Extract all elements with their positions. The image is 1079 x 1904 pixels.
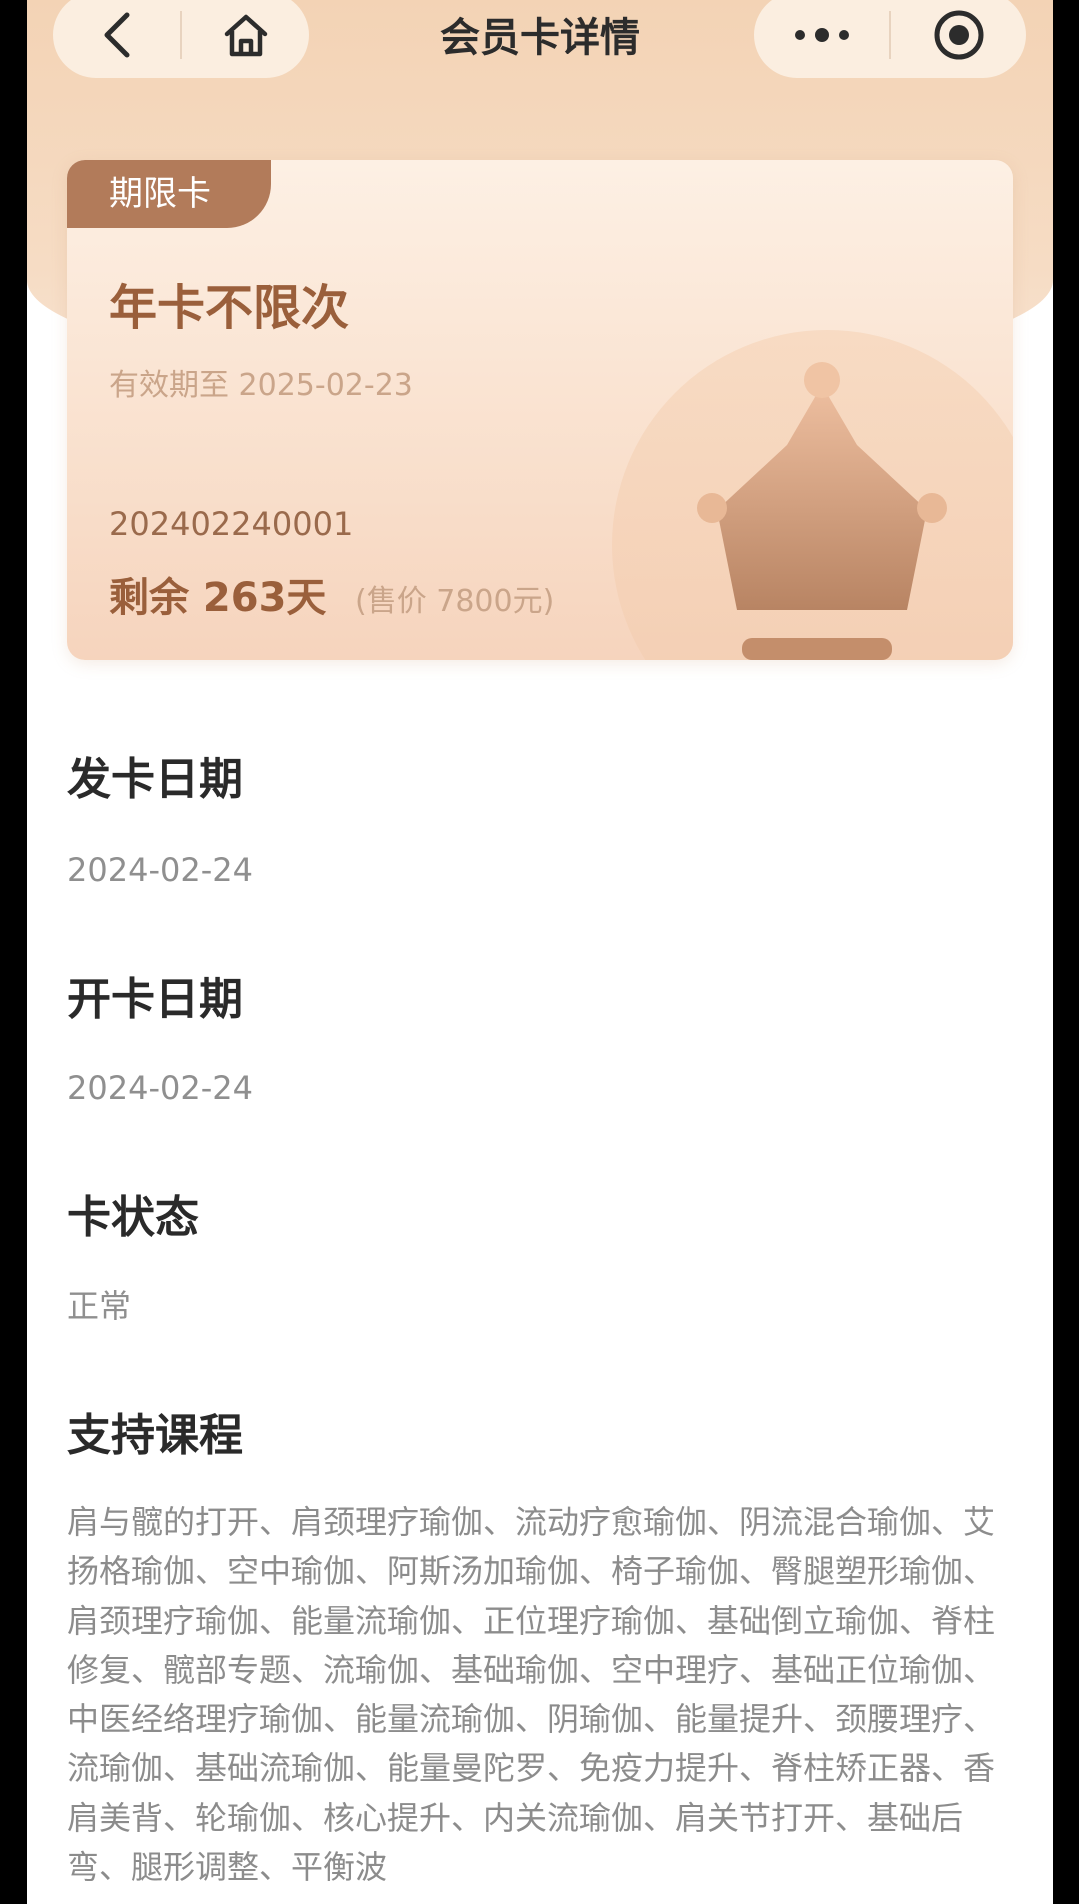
supported-courses-label: 支持课程: [67, 1410, 243, 1461]
crown-icon: [612, 330, 1013, 660]
card-status-value: 正常: [67, 1287, 132, 1325]
membership-card[interactable]: 期限卡 年卡不限次 有效期至 2025-02-23 202402240001 剩…: [67, 160, 1013, 660]
card-type-tag: 期限卡: [67, 160, 271, 228]
crown-decoration: [607, 310, 1013, 660]
close-miniprogram-button[interactable]: [891, 0, 1026, 78]
card-title: 年卡不限次: [109, 280, 350, 336]
open-date-label: 开卡日期: [67, 974, 243, 1025]
issue-date-value: 2024-02-24: [67, 851, 253, 889]
more-button[interactable]: [754, 0, 889, 78]
screen: 会员卡详情 期限卡 年卡不限次 有效期至 2025-02-23 20240224…: [27, 0, 1053, 1904]
issue-date-label: 发卡日期: [67, 754, 243, 805]
open-date-value: 2024-02-24: [67, 1069, 253, 1107]
supported-courses-list: 肩与髋的打开、肩颈理疗瑜伽、流动疗愈瑜伽、阴流混合瑜伽、艾扬格瑜伽、空中瑜伽、阿…: [67, 1503, 996, 1887]
card-number: 202402240001: [109, 505, 354, 543]
nav-right-capsule: [754, 0, 1026, 78]
more-dots-icon: [794, 28, 849, 42]
target-circle-icon: [934, 10, 983, 60]
card-remaining-days: 剩余 263天: [109, 575, 327, 621]
card-valid-until: 有效期至 2025-02-23: [109, 368, 413, 403]
card-price: (售价 7800元): [355, 584, 555, 619]
card-status-label: 卡状态: [67, 1192, 199, 1243]
